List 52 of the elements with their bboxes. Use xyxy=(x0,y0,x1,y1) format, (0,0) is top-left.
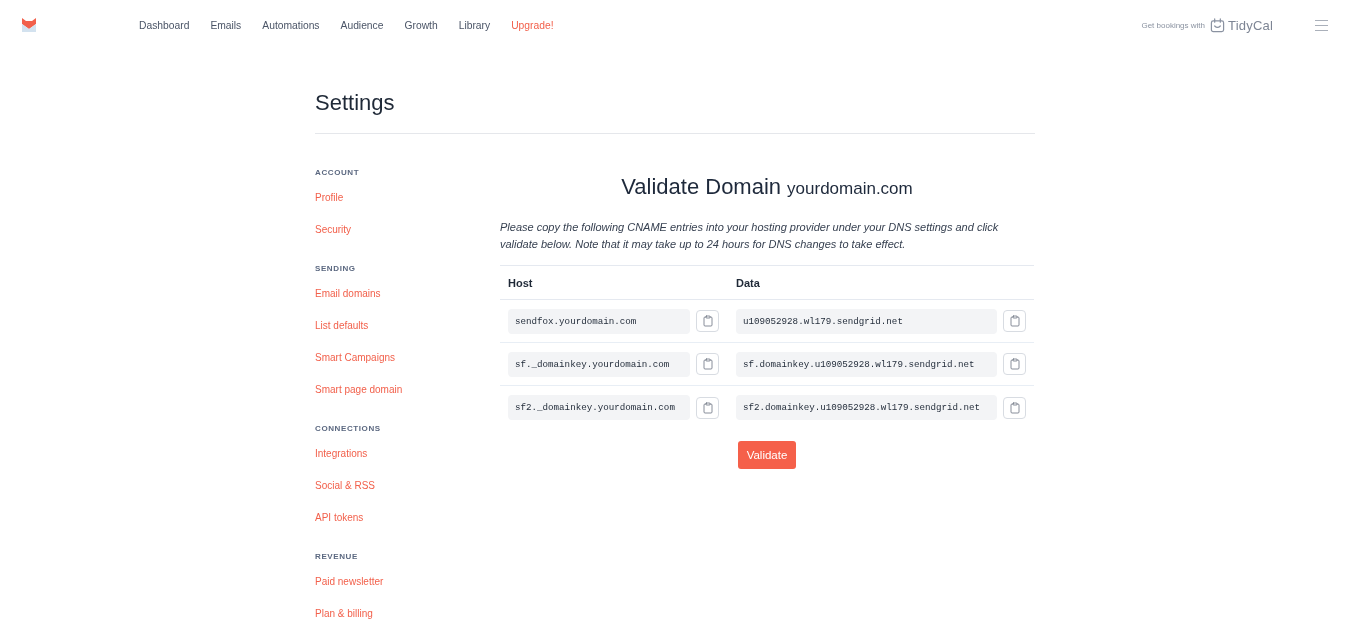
copy-button[interactable] xyxy=(696,353,719,375)
sidebar-link[interactable]: Security xyxy=(315,223,352,237)
instructions-text: Please copy the following CNAME entries into your hosting provider under your DNS settings and click validate below. Note that it may take up to 24 hours for DNS changes to take effect. xyxy=(500,220,1000,252)
sidebar-link[interactable]: Email domains xyxy=(315,287,381,301)
host-field[interactable]: sendfox.yourdomain.com xyxy=(508,308,690,334)
sidebar-link[interactable]: Integrations xyxy=(315,447,368,461)
clipboard-icon xyxy=(701,401,714,414)
section-heading: SENDING xyxy=(315,263,356,275)
copy-button[interactable] xyxy=(696,310,719,332)
clipboard-icon xyxy=(1008,358,1021,370)
sidebar-link[interactable]: API tokens xyxy=(315,511,364,525)
copy-button[interactable] xyxy=(1003,353,1026,375)
upgrade-link[interactable]: Upgrade! xyxy=(511,19,554,31)
section-title: Validate Domain xyxy=(621,173,782,201)
nav-link[interactable]: Automations xyxy=(262,19,320,31)
validate-button[interactable]: Validate xyxy=(737,441,797,469)
nav-link[interactable]: Library xyxy=(458,19,491,31)
domain-name: yourdomain.com xyxy=(787,178,913,200)
column-header: Data xyxy=(736,276,760,289)
clipboard-icon xyxy=(701,358,714,370)
calendar-smile-icon[interactable] xyxy=(1210,17,1225,33)
promo-text: Get bookings with xyxy=(1141,20,1205,30)
host-field[interactable]: sf._domainkey.yourdomain.com xyxy=(508,351,690,377)
data-field[interactable]: sf2.domainkey.u109052928.wl179.sendgrid.net xyxy=(736,395,997,420)
copy-button[interactable] xyxy=(696,396,719,419)
data-field[interactable]: sf.domainkey.u109052928.wl179.sendgrid.net xyxy=(736,351,997,377)
brand-link[interactable]: TidyCal xyxy=(1228,17,1273,33)
logo-icon[interactable] xyxy=(22,18,36,32)
section-heading: REVENUE xyxy=(315,551,358,563)
copy-button[interactable] xyxy=(1003,396,1026,419)
page-title: Settings xyxy=(315,89,1035,134)
sidebar-link[interactable]: List defaults xyxy=(315,319,369,333)
sidebar-link[interactable]: Social & RSS xyxy=(315,479,376,493)
sidebar-link[interactable]: Plan & billing xyxy=(315,607,373,620)
section-heading: ACCOUNT xyxy=(315,167,360,179)
copy-button[interactable] xyxy=(1003,310,1026,332)
sidebar-link[interactable]: Profile xyxy=(315,191,344,205)
nav-link[interactable]: Growth xyxy=(404,19,438,31)
clipboard-icon xyxy=(1008,401,1021,414)
nav-link[interactable]: Emails xyxy=(210,19,242,31)
section-heading: CONNECTIONS xyxy=(315,423,381,435)
sidebar-link[interactable]: Smart page domain xyxy=(315,383,403,397)
nav-link[interactable]: Audience xyxy=(340,19,384,31)
column-header: Host xyxy=(508,276,533,289)
menu-icon[interactable] xyxy=(1315,19,1328,31)
nav-link[interactable]: Dashboard xyxy=(139,19,190,31)
host-field[interactable]: sf2._domainkey.yourdomain.com xyxy=(508,395,690,420)
data-field[interactable]: u109052928.wl179.sendgrid.net xyxy=(736,308,997,334)
clipboard-icon xyxy=(1008,315,1021,327)
clipboard-icon xyxy=(701,315,714,327)
sidebar-link[interactable]: Paid newsletter xyxy=(315,575,384,589)
sidebar-link[interactable]: Smart Campaigns xyxy=(315,351,396,365)
